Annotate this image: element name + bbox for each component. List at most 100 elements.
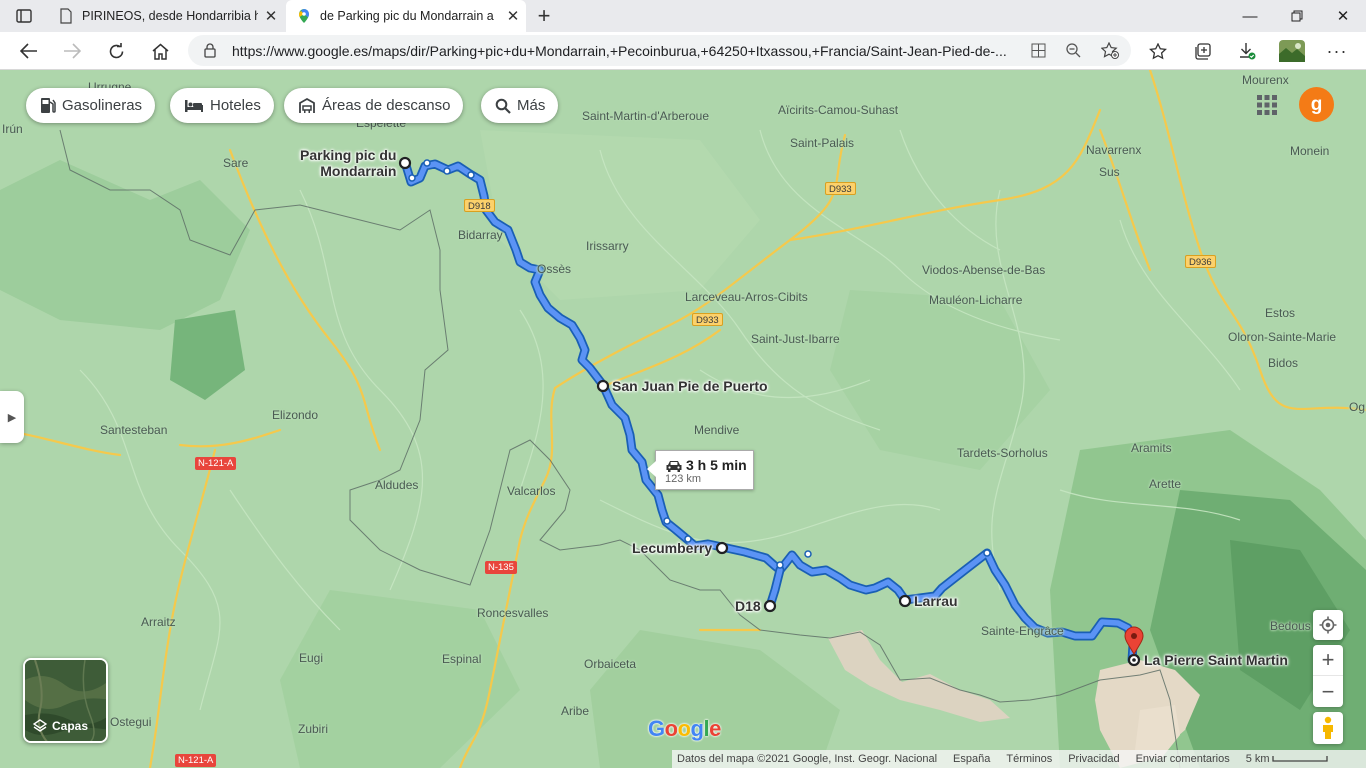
place-label: Espinal <box>442 652 482 666</box>
chip-hotels[interactable]: Hoteles <box>170 88 274 123</box>
place-label: Saint-Just-Ibarre <box>751 332 840 346</box>
scale-bar <box>1271 756 1328 762</box>
waypoint-marker <box>596 379 610 393</box>
road-shield: N-121-A <box>195 457 237 470</box>
gas-station-icon <box>41 98 56 113</box>
terms-link[interactable]: Términos <box>1006 753 1052 765</box>
place-label: Mauléon-Licharre <box>929 293 1023 307</box>
zoom-out-button[interactable]: − <box>1313 676 1343 707</box>
search-icon <box>495 98 511 114</box>
place-label: Aldudes <box>375 478 419 492</box>
refresh-icon[interactable] <box>101 36 131 66</box>
place-label: Saint-Martin-d'Arberoue <box>582 109 710 123</box>
browser-tab-maps[interactable]: de Parking pic du Mondarrain a ✕ <box>286 0 526 32</box>
place-label: Tardets-Sorholus <box>957 446 1048 460</box>
route-duration: 3 h 5 min <box>686 457 747 473</box>
place-label: Ostegui <box>110 715 152 729</box>
place-label: Mendive <box>694 423 740 437</box>
profile-avatar-icon[interactable] <box>1277 36 1307 66</box>
forward-icon[interactable] <box>57 36 87 66</box>
waypoint-label-pierre-saint-martin[interactable]: La Pierre Saint Martin <box>1144 652 1288 668</box>
new-tab-icon[interactable]: + <box>529 1 559 31</box>
waypoint-marker <box>715 541 729 555</box>
waypoint-label-san-juan[interactable]: San Juan Pie de Puerto <box>612 378 768 394</box>
scale-label[interactable]: 5 km <box>1246 753 1270 765</box>
close-window-icon[interactable]: ✕ <box>1320 0 1366 32</box>
waypoint-marker <box>398 156 412 170</box>
map-footer: Datos del mapa ©2021 Google, Inst. Geogr… <box>672 750 1366 768</box>
place-label: Sainte-Engrâce <box>981 624 1064 638</box>
collections-icon[interactable] <box>1188 36 1218 66</box>
google-apps-icon[interactable] <box>1256 94 1278 116</box>
chip-label: Más <box>517 97 546 114</box>
waypoint-label-d18[interactable]: D18 <box>735 598 761 614</box>
route-duration-callout[interactable]: 3 h 5 min 123 km <box>647 450 754 490</box>
restore-icon[interactable] <box>1274 0 1320 32</box>
layers-label: Capas <box>52 719 89 733</box>
favorites-icon[interactable] <box>1143 36 1173 66</box>
layers-button[interactable]: Capas <box>23 658 108 743</box>
place-label: Orbaiceta <box>584 657 637 671</box>
zoom-out-icon[interactable] <box>1066 43 1081 58</box>
place-label: Sare <box>223 156 249 170</box>
place-label: Santesteban <box>100 423 168 437</box>
rest-area-icon <box>299 97 315 113</box>
tab-actions-icon[interactable] <box>9 1 39 31</box>
place-label: Estos <box>1265 306 1296 320</box>
privacy-link[interactable]: Privacidad <box>1068 753 1119 765</box>
google-logo: Google <box>648 716 721 741</box>
road-shield: N-135 <box>485 561 517 574</box>
place-label: Larceveau-Arros-Cibits <box>685 290 808 304</box>
chip-label: Áreas de descanso <box>322 97 451 114</box>
chip-gas-stations[interactable]: Gasolineras <box>26 88 156 123</box>
road-shield: D933 <box>692 313 723 326</box>
my-location-button[interactable] <box>1313 610 1343 640</box>
place-label: Og <box>1349 400 1366 414</box>
place-label: Eugi <box>299 651 324 665</box>
pegman-icon <box>1323 716 1333 739</box>
tab-title: de Parking pic du Mondarrain a <box>320 9 494 23</box>
address-bar[interactable]: https://www.google.es/maps/dir/Parking+p… <box>188 35 1131 66</box>
close-tab-icon[interactable]: ✕ <box>500 7 526 25</box>
route-distance: 123 km <box>665 473 702 485</box>
downloads-icon[interactable] <box>1232 36 1262 66</box>
zoom-controls: + − <box>1313 645 1343 707</box>
street-view-pegman[interactable] <box>1313 712 1343 744</box>
expand-panel-button[interactable]: ▶ <box>0 391 24 443</box>
url-text: https://www.google.es/maps/dir/Parking+p… <box>232 43 1007 59</box>
back-icon[interactable] <box>14 36 44 66</box>
add-favorite-icon[interactable] <box>1101 42 1119 59</box>
place-label: Valcarlos <box>507 484 556 498</box>
country-link[interactable]: España <box>953 753 990 765</box>
place-label: Zubiri <box>298 722 329 736</box>
lock-icon[interactable] <box>204 43 216 58</box>
google-maps-icon <box>298 9 309 23</box>
place-label: Arraitz <box>141 615 176 629</box>
place-label: Oloron-Sainte-Marie <box>1228 330 1337 344</box>
waypoint-label-larrau[interactable]: Larrau <box>914 593 958 609</box>
waypoint-label-parking[interactable]: Parking pic du Mondarrain <box>300 147 396 179</box>
close-tab-icon[interactable]: ✕ <box>258 7 284 25</box>
place-label: Monein <box>1290 144 1330 158</box>
home-icon[interactable] <box>145 36 175 66</box>
car-icon <box>666 461 682 472</box>
more-options-icon[interactable]: ··· <box>1322 36 1352 66</box>
zoom-in-button[interactable]: + <box>1313 645 1343 676</box>
place-label: Bidarray <box>458 228 503 242</box>
layers-icon <box>33 719 47 732</box>
road-shield: D933 <box>825 182 856 195</box>
place-label: Ossès <box>537 262 572 276</box>
place-label: Irissarry <box>586 239 629 253</box>
map-attribution: Datos del mapa ©2021 Google, Inst. Geogr… <box>677 753 938 765</box>
map-canvas[interactable]: Irún Urrugne Sare Espelette Bidarray Oss… <box>0 70 1366 768</box>
minimize-icon[interactable]: — <box>1227 0 1273 32</box>
app-available-icon[interactable] <box>1031 43 1046 58</box>
browser-tab-pirineos[interactable]: PIRINEOS, desde Hondarribia ha ✕ <box>48 0 284 32</box>
waypoint-label-lecumberry[interactable]: Lecumberry <box>632 540 712 556</box>
waypoint-marker <box>898 594 912 608</box>
account-avatar[interactable]: g <box>1299 87 1334 122</box>
browser-tab-bar: PIRINEOS, desde Hondarribia ha ✕ de Park… <box>0 0 1366 32</box>
chip-rest-areas[interactable]: Áreas de descanso <box>284 88 464 123</box>
chip-more[interactable]: Más <box>481 88 559 123</box>
feedback-link[interactable]: Enviar comentarios <box>1136 753 1230 765</box>
